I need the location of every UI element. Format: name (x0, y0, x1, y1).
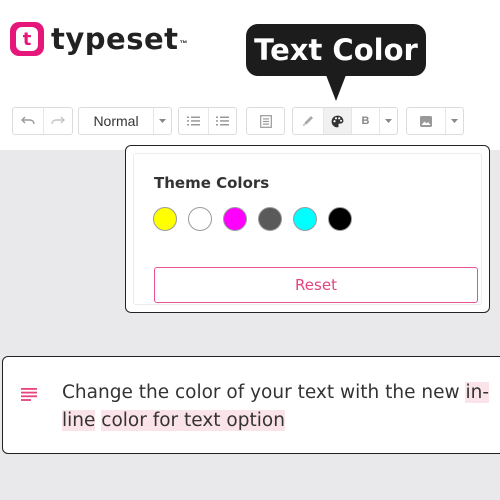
history-group (12, 107, 73, 135)
logo-name: typeset (51, 22, 179, 56)
format-group: B (292, 107, 398, 135)
list-group (178, 107, 237, 135)
image-group (406, 107, 464, 135)
text-color-panel: Theme Colors Reset (133, 153, 482, 305)
logo-trademark: ™ (179, 38, 188, 48)
color-swatch-6[interactable] (328, 207, 352, 231)
typeset-logo: t typeset ™ (10, 22, 188, 56)
reset-button[interactable]: Reset (154, 267, 478, 303)
block-format-button[interactable] (247, 108, 284, 134)
block-style-toggle[interactable] (153, 108, 171, 134)
block-style-label: Normal (93, 113, 139, 129)
block-style-dropdown[interactable]: Normal (78, 107, 172, 135)
paragraph-text[interactable]: Change the color of your text with the n… (62, 379, 492, 435)
paragraph-text-plain: Change the color of your text with the n… (62, 382, 466, 403)
theme-color-swatches (153, 207, 363, 231)
image-options-toggle[interactable] (445, 108, 463, 134)
text-color-button[interactable] (323, 108, 351, 134)
redo-button[interactable] (43, 108, 72, 134)
numbered-list-icon (216, 116, 229, 126)
bullet-list-button[interactable] (179, 108, 208, 134)
highlighted-text-option: color for text option (101, 410, 285, 431)
bold-label: B (361, 115, 370, 127)
highlighter-icon (303, 116, 313, 126)
paragraph-block-icon (259, 114, 272, 128)
color-swatch-3[interactable] (223, 207, 247, 231)
tooltip-arrow (326, 75, 346, 101)
undo-button[interactable] (13, 108, 43, 134)
bullet-list-icon (187, 116, 200, 126)
text-color-popup: Theme Colors Reset (125, 145, 490, 313)
chevron-down-icon (385, 119, 392, 123)
image-icon (420, 115, 432, 127)
bold-button[interactable]: B (351, 108, 379, 134)
highlight-button[interactable] (293, 108, 323, 134)
logo-letter: t (16, 27, 38, 51)
paragraph-icon (21, 388, 37, 401)
color-swatch-1[interactable] (153, 207, 177, 231)
redo-icon (51, 116, 65, 125)
text-color-tooltip: Text Color (246, 24, 426, 76)
format-more-toggle[interactable] (379, 108, 397, 134)
color-swatch-5[interactable] (293, 207, 317, 231)
theme-colors-title: Theme Colors (154, 174, 270, 192)
block-style-value[interactable]: Normal (79, 108, 153, 134)
chevron-down-icon (159, 119, 166, 123)
block-format-group (246, 107, 285, 135)
numbered-list-button[interactable] (208, 108, 236, 134)
palette-icon (331, 115, 344, 127)
color-swatch-2[interactable] (188, 207, 212, 231)
color-swatch-4[interactable] (258, 207, 282, 231)
chevron-down-icon (451, 119, 458, 123)
editor-paragraph-block[interactable]: Change the color of your text with the n… (2, 356, 500, 454)
logo-mark: t (10, 22, 44, 56)
undo-icon (21, 116, 35, 125)
insert-image-button[interactable] (407, 108, 445, 134)
